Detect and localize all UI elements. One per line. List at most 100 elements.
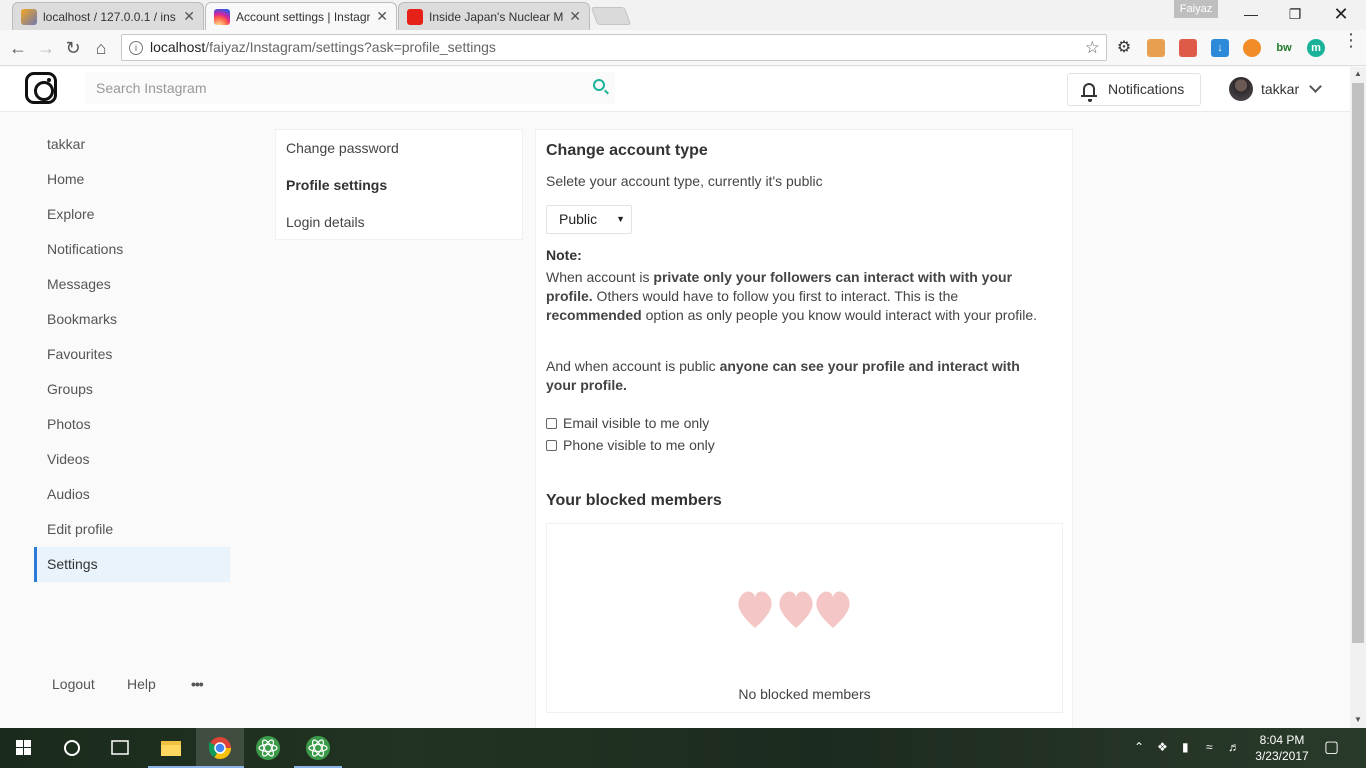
windows-start-icon[interactable] xyxy=(0,728,48,768)
sidebar-item-audios[interactable]: Audios xyxy=(34,477,230,512)
clock-date: 3/23/2017 xyxy=(1255,749,1309,763)
sidebar-item-settings[interactable]: Settings xyxy=(34,547,230,582)
app-header: Notifications takkar xyxy=(0,67,1350,112)
scroll-up-icon[interactable]: ▲ xyxy=(1354,69,1362,78)
scrollbar-thumb[interactable] xyxy=(1352,83,1364,643)
phone-visibility-checkbox[interactable] xyxy=(546,439,557,451)
note-text-bold: recommended xyxy=(546,307,642,323)
sidebar-item-explore[interactable]: Explore xyxy=(34,197,230,232)
chrome-taskbar-icon[interactable] xyxy=(196,728,244,768)
close-icon[interactable]: ✕ xyxy=(183,8,195,25)
url-path: /faiyaz/Instagram/settings?ask=profile_s… xyxy=(205,39,496,55)
home-icon[interactable]: ⌂ xyxy=(89,36,113,60)
search-icon[interactable] xyxy=(593,79,605,91)
settings-gear-icon[interactable]: ⚙ xyxy=(1115,39,1133,57)
browser-profile-badge[interactable]: Faiyaz xyxy=(1174,0,1218,18)
bell-icon xyxy=(1081,83,1097,102)
tab-title: localhost / 127.0.0.1 / ins xyxy=(43,9,176,24)
scroll-down-icon[interactable]: ▼ xyxy=(1354,715,1362,724)
notifications-button[interactable]: Notifications xyxy=(1067,73,1201,106)
window-close-icon[interactable]: ✕ xyxy=(1318,0,1364,28)
atom-editor-icon[interactable] xyxy=(244,728,292,768)
clock-time: 8:04 PM xyxy=(1259,733,1305,747)
action-center-icon[interactable]: ▢ xyxy=(1324,737,1339,757)
sidebar-nav: takkar Home Explore Notifications Messag… xyxy=(34,127,230,582)
sidebar-item-favourites[interactable]: Favourites xyxy=(34,337,230,372)
url-host: localhost xyxy=(150,39,206,55)
bookmark-star-icon[interactable]: ☆ xyxy=(1085,35,1100,60)
settings-item-change-password[interactable]: Change password xyxy=(276,130,522,167)
extension-calendar-icon[interactable] xyxy=(1179,39,1197,57)
restore-icon[interactable]: ❐ xyxy=(1272,0,1318,28)
back-arrow-icon[interactable]: ← xyxy=(6,36,30,60)
browser-tabstrip: localhost / 127.0.0.1 / ins ✕ Account se… xyxy=(0,0,1366,30)
section-title-account-type: Change account type xyxy=(546,142,708,159)
tray-chevron-up-icon[interactable]: ⌃ xyxy=(1134,740,1144,754)
cortana-icon[interactable] xyxy=(48,728,96,768)
sidebar-item-home[interactable]: Home xyxy=(34,162,230,197)
more-options-icon[interactable]: ••• xyxy=(191,676,204,692)
phone-visibility-row: Phone visible to me only xyxy=(546,437,715,453)
extension-orange-icon[interactable] xyxy=(1243,39,1261,57)
instagram-icon xyxy=(214,8,230,25)
no-blocked-message: No blocked members xyxy=(738,686,871,702)
sidebar-item-photos[interactable]: Photos xyxy=(34,407,230,442)
close-icon[interactable]: ✕ xyxy=(569,8,581,25)
sidebar-item-videos[interactable]: Videos xyxy=(34,442,230,477)
settings-item-profile-settings[interactable]: Profile settings xyxy=(276,167,522,204)
extension-bw-icon[interactable]: bw xyxy=(1275,39,1293,57)
note-text: Others would have to follow you first to… xyxy=(592,288,959,304)
download-icon[interactable]: ↓ xyxy=(1211,39,1229,57)
address-bar[interactable]: i localhost/faiyaz/Instagram/settings?as… xyxy=(121,34,1107,61)
minimize-icon[interactable]: — xyxy=(1228,0,1274,28)
phpmyadmin-icon xyxy=(21,8,37,25)
reload-icon[interactable]: ↻ xyxy=(61,36,85,60)
settings-item-login-details[interactable]: Login details xyxy=(276,204,522,241)
search-input[interactable] xyxy=(85,72,565,104)
forward-arrow-icon[interactable]: → xyxy=(34,36,58,60)
file-explorer-icon[interactable] xyxy=(148,728,196,768)
wifi-icon[interactable]: ≈ xyxy=(1206,740,1213,754)
dropdown-arrow-icon: ▼ xyxy=(616,214,625,224)
atom-editor-icon-2[interactable] xyxy=(294,728,342,768)
instagram-logo-icon[interactable] xyxy=(25,72,57,104)
close-icon[interactable]: ✕ xyxy=(376,8,388,25)
note-text: option as only people you know would int… xyxy=(641,307,1038,323)
help-link[interactable]: Help xyxy=(127,676,156,692)
sidebar-item-profile[interactable]: takkar xyxy=(34,127,230,162)
sidebar-item-messages[interactable]: Messages xyxy=(34,267,230,302)
new-tab-button[interactable] xyxy=(590,7,632,25)
browser-menu-icon[interactable]: ⋮ xyxy=(1342,31,1360,49)
user-menu[interactable]: takkar xyxy=(1229,76,1322,102)
dropbox-icon[interactable]: ❖ xyxy=(1157,740,1168,754)
phone-visibility-label[interactable]: Phone visible to me only xyxy=(563,437,715,453)
task-view-icon[interactable] xyxy=(96,728,144,768)
email-visibility-label[interactable]: Email visible to me only xyxy=(563,415,709,431)
taskbar-clock[interactable]: 8:04 PM 3/23/2017 xyxy=(1250,732,1314,764)
tab-title: Account settings | Instagr xyxy=(236,9,371,24)
browser-tab-instagram[interactable]: Account settings | Instagr ✕ xyxy=(205,2,397,30)
note-text: And when account is public xyxy=(546,358,720,374)
extension-hammer-icon[interactable] xyxy=(1147,39,1165,57)
note-text: When account is xyxy=(546,269,654,285)
account-type-select[interactable]: Public ▼ xyxy=(546,205,632,234)
browser-tab-phpmyadmin[interactable]: localhost / 127.0.0.1 / ins ✕ xyxy=(12,2,204,30)
note-label: Note: xyxy=(546,247,582,263)
youtube-icon xyxy=(407,8,423,25)
sidebar-item-groups[interactable]: Groups xyxy=(34,372,230,407)
email-visibility-checkbox[interactable] xyxy=(546,417,557,429)
browser-tab-youtube[interactable]: Inside Japan's Nuclear M ✕ xyxy=(398,2,590,30)
volume-icon[interactable]: ♬ xyxy=(1228,740,1240,754)
extension-m-icon[interactable]: m xyxy=(1307,39,1325,57)
windows-taskbar: ⌃ ❖ ▮ ≈ ♬ 8:04 PM 3/23/2017 ▢ xyxy=(0,728,1366,768)
logout-link[interactable]: Logout xyxy=(52,676,95,692)
note-private-text: When account is private only your follow… xyxy=(546,268,1046,325)
hearts-illustration-icon xyxy=(738,591,850,628)
page-scrollbar[interactable]: ▲ ▼ xyxy=(1350,67,1366,728)
notifications-label: Notifications xyxy=(1108,81,1185,97)
sidebar-item-edit-profile[interactable]: Edit profile xyxy=(34,512,230,547)
info-icon[interactable]: i xyxy=(129,41,143,55)
sidebar-item-bookmarks[interactable]: Bookmarks xyxy=(34,302,230,337)
battery-icon[interactable]: ▮ xyxy=(1182,740,1189,754)
sidebar-item-notifications[interactable]: Notifications xyxy=(34,232,230,267)
